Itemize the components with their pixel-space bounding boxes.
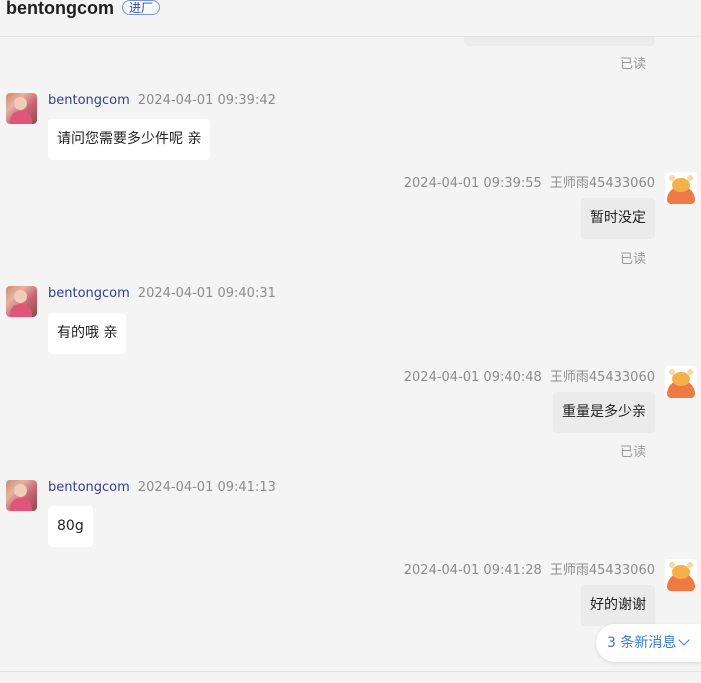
message-bubble[interactable]: 请问您需要多少件呢 亲 xyxy=(48,119,211,160)
sender-name: 王师雨45433060 xyxy=(549,563,655,578)
chat-window: bentongcom 进厂 已读 bentongcom 2024-04-01 09… xyxy=(0,0,701,683)
message-meta: bentongcom 2024-04-01 09:39:42 xyxy=(48,93,276,108)
message-time: 2024-04-01 09:39:42 xyxy=(137,93,276,108)
sender-name[interactable]: bentongcom xyxy=(48,480,130,495)
cartoon-avatar-icon[interactable] xyxy=(665,366,697,398)
message-bubble[interactable]: 有的哦 亲 xyxy=(48,313,127,354)
message-time: 2024-04-01 09:40:48 xyxy=(403,370,542,385)
message-meta: 2024-04-01 09:40:48 王师雨45433060 xyxy=(404,366,655,385)
user-avatar-icon[interactable] xyxy=(6,286,37,317)
chat-header: bentongcom 进厂 xyxy=(0,0,701,37)
new-messages-label: 3 条新消息 xyxy=(607,635,677,651)
message-meta: 2024-04-01 09:39:55 王师雨45433060 xyxy=(404,172,655,191)
read-status: 已读 xyxy=(619,57,646,72)
message-meta: bentongcom 2024-04-01 09:41:13 xyxy=(48,480,276,495)
user-avatar-icon[interactable] xyxy=(6,93,37,124)
sender-name[interactable]: bentongcom xyxy=(48,93,130,108)
divider xyxy=(0,671,701,672)
message-meta: bentongcom 2024-04-01 09:40:31 xyxy=(48,286,276,301)
read-status: 已读 xyxy=(619,252,646,267)
sender-name: 王师雨45433060 xyxy=(549,176,655,191)
cartoon-avatar-icon[interactable] xyxy=(665,559,697,591)
message-meta: 2024-04-01 09:41:28 王师雨45433060 xyxy=(404,559,655,578)
read-status: 已读 xyxy=(619,445,646,460)
message-list[interactable]: 已读 bentongcom 2024-04-01 09:39:42 请问您需要多少… xyxy=(0,37,701,671)
message-bubble[interactable]: 80g xyxy=(48,506,93,547)
sender-name[interactable]: bentongcom xyxy=(48,286,130,301)
message-time: 2024-04-01 09:41:13 xyxy=(137,480,276,495)
message-time: 2024-04-01 09:41:28 xyxy=(403,563,542,578)
message-time: 2024-04-01 09:40:31 xyxy=(137,286,276,301)
new-messages-button[interactable]: 3 条新消息 xyxy=(596,624,701,662)
message-bubble[interactable]: 好的谢谢 xyxy=(581,585,655,626)
chevron-down-icon xyxy=(678,634,691,646)
message-bubble[interactable]: 重量是多少亲 xyxy=(553,392,655,433)
contact-tag-badge: 进厂 xyxy=(122,0,161,15)
cartoon-avatar-icon[interactable] xyxy=(665,172,697,204)
message-time: 2024-04-01 09:39:55 xyxy=(403,176,542,191)
partial-message-bubble xyxy=(464,37,655,46)
message-bubble[interactable]: 暂时没定 xyxy=(581,198,655,239)
user-avatar-icon[interactable] xyxy=(6,480,37,511)
sender-name: 王师雨45433060 xyxy=(549,370,655,385)
contact-name[interactable]: bentongcom xyxy=(6,0,114,19)
